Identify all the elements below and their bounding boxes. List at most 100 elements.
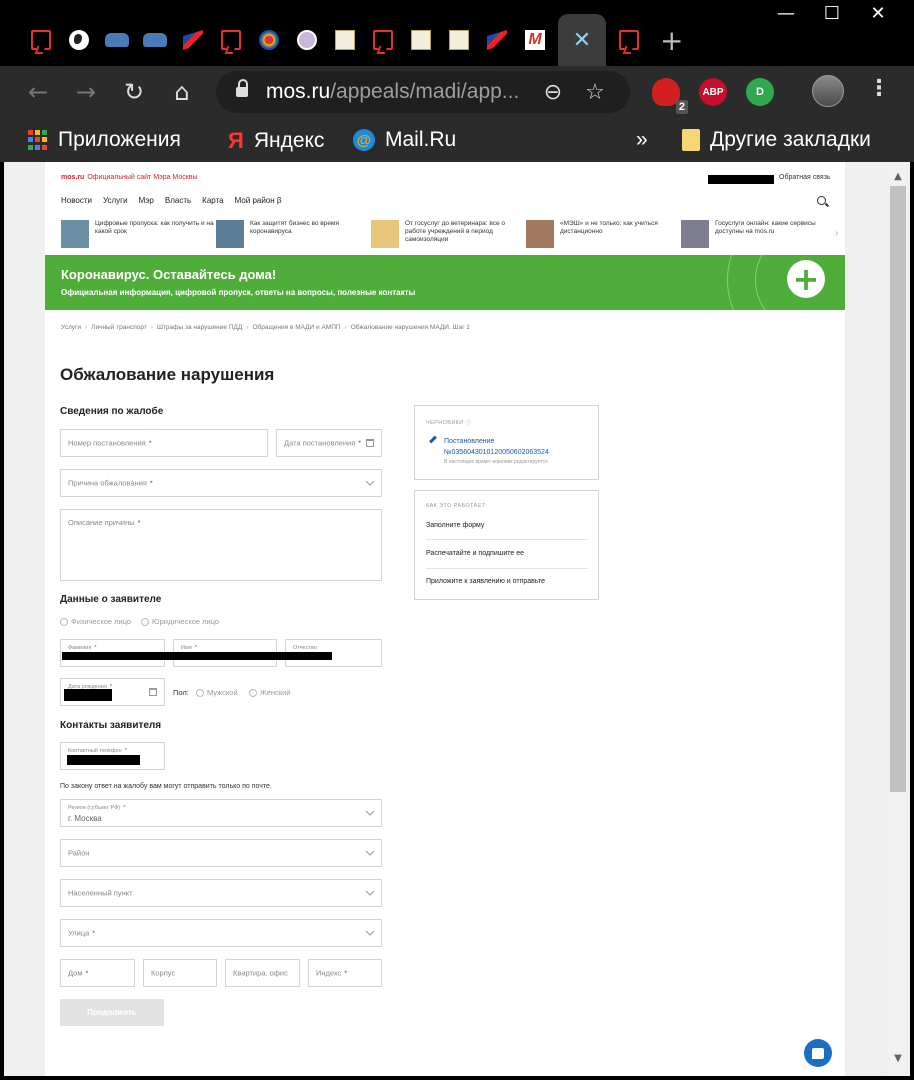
profile-avatar[interactable] bbox=[812, 75, 844, 107]
adblock-plus-extension-icon[interactable]: ABP 1 bbox=[699, 78, 727, 106]
radio-individual[interactable]: Физическое лицо bbox=[60, 617, 131, 626]
site-logo[interactable]: mos.ru bbox=[61, 174, 84, 181]
nav-item-services[interactable]: Услуги bbox=[103, 196, 128, 205]
tab[interactable] bbox=[22, 14, 60, 66]
how-it-works-card: КАК ЭТО РАБОТАЕТ: Заполните форму Распеч… bbox=[414, 490, 599, 600]
tab[interactable] bbox=[610, 14, 648, 66]
section-applicant-heading: Данные о заявителе bbox=[60, 594, 162, 605]
section-contacts-heading: Контакты заявителя bbox=[60, 720, 162, 731]
news-item[interactable]: «МЭШ» и не только: как учиться дистанцио… bbox=[526, 220, 681, 248]
new-tab-button[interactable]: + bbox=[660, 24, 683, 57]
feedback-link[interactable]: Обратная связь bbox=[779, 174, 831, 181]
nav-item-mayor[interactable]: Мэр bbox=[139, 196, 154, 205]
tab[interactable] bbox=[212, 14, 250, 66]
building-input[interactable]: Корпус bbox=[143, 959, 217, 987]
covid-banner[interactable]: Коронавирус. Оставайтесь дома! Официальн… bbox=[45, 255, 845, 310]
bookmark-mailru[interactable]: @ Mail.Ru bbox=[353, 128, 456, 152]
bookmark-yandex[interactable]: Я Яндекс bbox=[228, 128, 324, 154]
nav-item-government[interactable]: Власть bbox=[165, 196, 191, 205]
nav-item-news[interactable]: Новости bbox=[61, 196, 92, 205]
street-select[interactable]: Улица * bbox=[60, 919, 382, 947]
news-next-arrow[interactable]: › bbox=[835, 228, 838, 239]
search-icon[interactable] bbox=[817, 196, 826, 205]
nav-item-map[interactable]: Карта bbox=[202, 196, 223, 205]
extension-badge: 2 bbox=[675, 100, 688, 114]
settlement-select[interactable]: Населенный пункт bbox=[60, 879, 382, 907]
back-button[interactable]: ← bbox=[22, 76, 54, 108]
url-text[interactable]: mos.ru/appeals/madi/app... bbox=[266, 80, 526, 104]
tab[interactable] bbox=[516, 14, 554, 66]
news-thumbnail bbox=[526, 220, 554, 248]
draft-link[interactable]: Постановление №0356043010120050602063524 bbox=[444, 436, 594, 458]
calendar-icon[interactable] bbox=[149, 688, 157, 696]
close-tab-icon[interactable]: ✕ bbox=[573, 28, 591, 53]
postcode-input[interactable]: Индекс * bbox=[308, 959, 382, 987]
news-text: «МЭШ» и не только: как учиться дистанцио… bbox=[560, 220, 658, 235]
radio-circle bbox=[141, 617, 149, 626]
resolution-number-input[interactable]: Номер постановления * bbox=[60, 429, 268, 457]
breadcrumb-item[interactable]: Обращения в МАДИ и АМПП bbox=[252, 324, 340, 331]
tab[interactable] bbox=[440, 14, 478, 66]
zoom-icon[interactable]: ⊖ bbox=[538, 80, 568, 105]
tab[interactable] bbox=[364, 14, 402, 66]
tab[interactable] bbox=[60, 14, 98, 66]
address-bar[interactable]: mos.ru/appeals/madi/app... ⊖ ☆ bbox=[216, 71, 630, 113]
scroll-up-arrow[interactable]: ▲ bbox=[886, 168, 910, 186]
breadcrumb-item[interactable]: Услуги bbox=[61, 324, 81, 331]
tab[interactable] bbox=[174, 14, 212, 66]
bookmark-other[interactable]: Другие закладки bbox=[682, 128, 871, 152]
breadcrumb-item[interactable]: Штрафы за нарушение ПДД bbox=[157, 324, 242, 331]
news-item[interactable]: Цифровые пропуска: как получить и на как… bbox=[61, 220, 216, 248]
home-button[interactable]: ⌂ bbox=[166, 76, 198, 108]
news-item[interactable]: Госуслуги онлайн: какие сервисы доступны… bbox=[681, 220, 836, 248]
tab[interactable] bbox=[288, 14, 326, 66]
scroll-down-arrow[interactable]: ▼ bbox=[886, 1050, 910, 1068]
vertical-scrollbar[interactable]: ▲ ▼ bbox=[886, 162, 910, 1076]
section-complaint-heading: Сведения по жалобе bbox=[60, 406, 164, 417]
forward-button[interactable]: → bbox=[70, 76, 102, 108]
nav-item-my-district[interactable]: Мой район β bbox=[235, 196, 282, 205]
tab[interactable] bbox=[98, 14, 136, 66]
chevron-down-icon bbox=[365, 807, 375, 816]
crest-icon bbox=[411, 30, 431, 50]
folder-icon bbox=[682, 129, 700, 151]
banner-title: Коронавирус. Оставайтесь дома! bbox=[61, 267, 277, 282]
district-select[interactable]: Район bbox=[60, 839, 382, 867]
stop-hand-extension-icon[interactable]: 2 bbox=[652, 78, 688, 114]
radio-female[interactable]: Женский bbox=[249, 688, 291, 697]
radio-legal-entity[interactable]: Юридическое лицо bbox=[141, 617, 219, 626]
breadcrumb-item[interactable]: Личный транспорт bbox=[91, 324, 147, 331]
house-input[interactable]: Дом * bbox=[60, 959, 135, 987]
minimize-button[interactable]: — bbox=[764, 0, 808, 26]
news-text: Как защитят бизнес во время коронавируса bbox=[250, 220, 339, 235]
more-bookmarks-button[interactable]: » bbox=[636, 128, 648, 152]
apartment-input[interactable]: Квартира, офис bbox=[225, 959, 300, 987]
tab[interactable] bbox=[136, 14, 174, 66]
chat-button[interactable] bbox=[804, 1039, 832, 1067]
bookmark-star-icon[interactable]: ☆ bbox=[580, 80, 610, 105]
appeal-reason-select[interactable]: Причина обжалования * bbox=[60, 469, 382, 497]
maximize-button[interactable]: ☐ bbox=[810, 0, 854, 26]
calendar-icon[interactable] bbox=[366, 439, 374, 447]
scrollbar-thumb[interactable] bbox=[890, 186, 906, 792]
news-item[interactable]: От госуслуг до ветеринара: все о работе … bbox=[371, 220, 526, 248]
tab[interactable] bbox=[402, 14, 440, 66]
bookmark-apps[interactable]: Приложения bbox=[28, 128, 181, 152]
d-extension-icon[interactable]: D bbox=[746, 78, 774, 106]
reason-description-textarea[interactable]: Описание причины * bbox=[60, 509, 382, 581]
tab[interactable] bbox=[250, 14, 288, 66]
redacted-user-name bbox=[708, 175, 774, 184]
browser-menu-icon[interactable]: ⋮ bbox=[868, 76, 890, 101]
region-select[interactable]: Регион (субъект РФ) * г. Москва bbox=[60, 799, 382, 827]
breadcrumb-current: Обжалование нарушения МАДИ. Шаг 1 bbox=[350, 324, 470, 331]
continue-button[interactable]: Продолжить bbox=[60, 999, 164, 1026]
notification-icon bbox=[221, 30, 241, 50]
close-window-button[interactable]: ✕ bbox=[856, 0, 900, 26]
resolution-date-input[interactable]: Дата постановления * bbox=[276, 429, 382, 457]
reload-button[interactable]: ↻ bbox=[118, 76, 150, 108]
active-tab[interactable]: ✕ bbox=[558, 14, 606, 66]
tab[interactable] bbox=[326, 14, 364, 66]
radio-male[interactable]: Мужской bbox=[196, 688, 238, 697]
tab[interactable] bbox=[478, 14, 516, 66]
news-item[interactable]: Как защитят бизнес во время коронавируса bbox=[216, 220, 371, 248]
